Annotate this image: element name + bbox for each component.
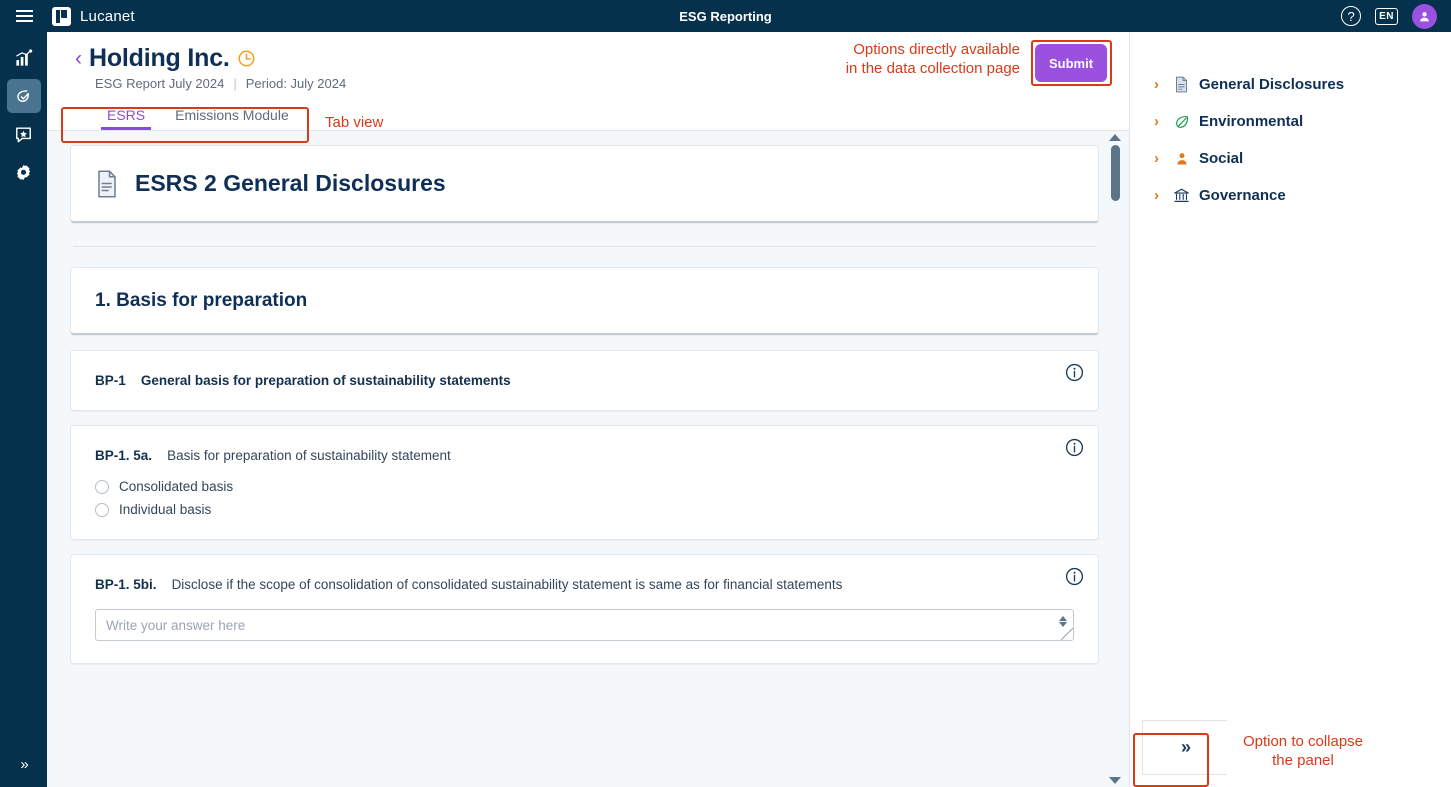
radio-option-individual[interactable]: Individual basis — [95, 502, 1074, 517]
question-card-bp1-5a: BP-1. 5a. Basis for preparation of susta… — [70, 425, 1099, 540]
chevron-right-icon: › — [1154, 150, 1159, 167]
tree-item-label: Environmental — [1199, 113, 1304, 130]
chevron-right-icon: › — [1154, 113, 1159, 130]
star-message-icon — [16, 126, 31, 142]
body: » ‹ Holding Inc. ESG Report July 2024 | … — [0, 32, 1451, 787]
scrollbar-track[interactable] — [1110, 145, 1120, 771]
question-code: BP-1 — [95, 373, 126, 388]
help-icon[interactable]: ? — [1341, 6, 1362, 26]
info-circle-icon[interactable] — [1065, 567, 1084, 586]
tree-item-general-disclosures[interactable]: › General Disclosures — [1154, 76, 1451, 93]
resize-handle[interactable] — [1061, 628, 1073, 640]
question-line: BP-1 General basis for preparation of su… — [95, 373, 1074, 388]
info-circle-icon[interactable] — [1065, 438, 1084, 457]
sidebar-expand[interactable]: » — [0, 756, 47, 773]
content-divider — [73, 246, 1096, 247]
info-circle-icon[interactable] — [1065, 363, 1084, 382]
question-line: BP-1. 5bi. Disclose if the scope of cons… — [95, 577, 1074, 592]
leaf-icon — [1173, 113, 1190, 130]
page-title: Holding Inc. — [89, 44, 230, 72]
brand-name: Lucanet — [80, 7, 135, 25]
radio-label: Consolidated basis — [119, 479, 234, 494]
radio-circle-icon — [95, 502, 109, 517]
question-text: General basis for preparation of sustain… — [140, 373, 511, 388]
hero-title: ESRS 2 General Disclosures — [135, 170, 446, 196]
tree-item-label: Governance — [1199, 187, 1286, 204]
sidebar-item-settings[interactable] — [7, 155, 41, 189]
content-scroll-area: ESRS 2 General Disclosures 1. Basis for … — [47, 131, 1129, 787]
question-card-bp1-5bi: BP-1. 5bi. Disclose if the scope of cons… — [70, 554, 1099, 664]
answer-textarea[interactable]: Write your answer here — [95, 609, 1074, 641]
answer-placeholder: Write your answer here — [106, 617, 246, 633]
radio-option-consolidated[interactable]: Consolidated basis — [95, 479, 1074, 494]
hamburger-menu-icon[interactable] — [0, 0, 48, 32]
document-icon — [98, 169, 116, 198]
tree-item-label: Social — [1199, 150, 1244, 167]
document-page-icon — [1173, 76, 1190, 93]
lucanet-logo-icon — [52, 6, 71, 26]
tabs-container: ESRS Emissions Module — [47, 103, 1129, 130]
language-selector[interactable]: EN — [1375, 7, 1398, 25]
question-code: BP-1. 5a. — [95, 448, 153, 463]
tree-item-label: General Disclosures — [1199, 76, 1345, 93]
report-name: ESG Report July 2024 — [95, 76, 225, 91]
double-chevron-right-icon: » — [1180, 737, 1191, 757]
esg-leaf-check-icon — [17, 89, 29, 102]
radio-circle-icon — [95, 479, 109, 494]
scroll-up-arrow-icon[interactable] — [1109, 131, 1121, 144]
collapse-panel-button[interactable]: » — [1142, 720, 1227, 775]
tree-item-governance[interactable]: › Governance — [1154, 187, 1451, 204]
submit-annotation-text: Options directly available in the data c… — [845, 41, 1020, 77]
subtitle-separator: | — [233, 76, 237, 91]
analytics-chart-icon — [16, 48, 33, 66]
hero-card: ESRS 2 General Disclosures — [70, 145, 1099, 223]
right-panel: › General Disclosures › Environmental › … — [1130, 32, 1451, 787]
tabs-annotation-text: Tab view — [325, 114, 384, 131]
collapse-annotation-text: Option to collapse the panel — [1242, 733, 1364, 769]
submit-button[interactable]: Submit — [1035, 44, 1107, 82]
chevron-right-icon: › — [1154, 187, 1159, 204]
user-avatar-icon — [1420, 11, 1429, 21]
main-content: ‹ Holding Inc. ESG Report July 2024 | Pe… — [47, 32, 1130, 787]
brand: Lucanet — [52, 6, 135, 26]
person-icon — [1173, 150, 1190, 167]
section-title: 1. Basis for preparation — [95, 289, 308, 311]
section-card: 1. Basis for preparation — [70, 267, 1099, 335]
back-chevron-icon[interactable]: ‹ — [75, 48, 82, 69]
sidebar-item-feedback[interactable] — [7, 117, 41, 151]
tab-emissions-module[interactable]: Emissions Module — [163, 103, 301, 130]
question-text: Basis for preparation of sustainability … — [167, 448, 451, 463]
question-card-bp1: BP-1 General basis for preparation of su… — [70, 350, 1099, 411]
sidebar-item-esg[interactable] — [6, 79, 41, 113]
clock-icon — [238, 50, 255, 67]
tab-esrs[interactable]: ESRS — [95, 103, 157, 130]
tree-item-social[interactable]: › Social — [1154, 150, 1451, 167]
app-root: Lucanet ESG Reporting ? EN » ‹ Holding I… — [0, 0, 1451, 787]
top-bar: Lucanet ESG Reporting ? EN — [0, 0, 1451, 32]
content-scrollbar[interactable] — [1107, 131, 1123, 787]
question-line: BP-1. 5a. Basis for preparation of susta… — [95, 448, 1074, 463]
sidebar-item-analytics[interactable] — [7, 41, 41, 75]
tab-list: ESRS Emissions Module — [95, 103, 1129, 130]
chevron-right-icon: › — [1154, 76, 1159, 93]
avatar[interactable] — [1412, 3, 1437, 29]
gear-settings-icon — [17, 164, 30, 180]
tree-item-environmental[interactable]: › Environmental — [1154, 113, 1451, 130]
top-bar-actions: ? EN — [1341, 3, 1451, 29]
question-text: Disclose if the scope of consolidation o… — [171, 577, 843, 592]
scroll-down-arrow-icon[interactable] — [1109, 774, 1121, 787]
submit-button-label: Submit — [1048, 55, 1094, 71]
double-chevron-right-icon: » — [20, 756, 28, 773]
radio-label: Individual basis — [119, 502, 212, 517]
bank-columns-icon — [1173, 187, 1190, 204]
left-sidebar: » — [0, 32, 47, 787]
question-code: BP-1. 5bi. — [95, 577, 157, 592]
report-period: Period: July 2024 — [245, 76, 347, 91]
app-title: ESG Reporting — [679, 8, 772, 24]
scrollbar-thumb[interactable] — [1110, 145, 1120, 201]
radio-group-basis: Consolidated basis Individual basis — [95, 479, 1074, 517]
